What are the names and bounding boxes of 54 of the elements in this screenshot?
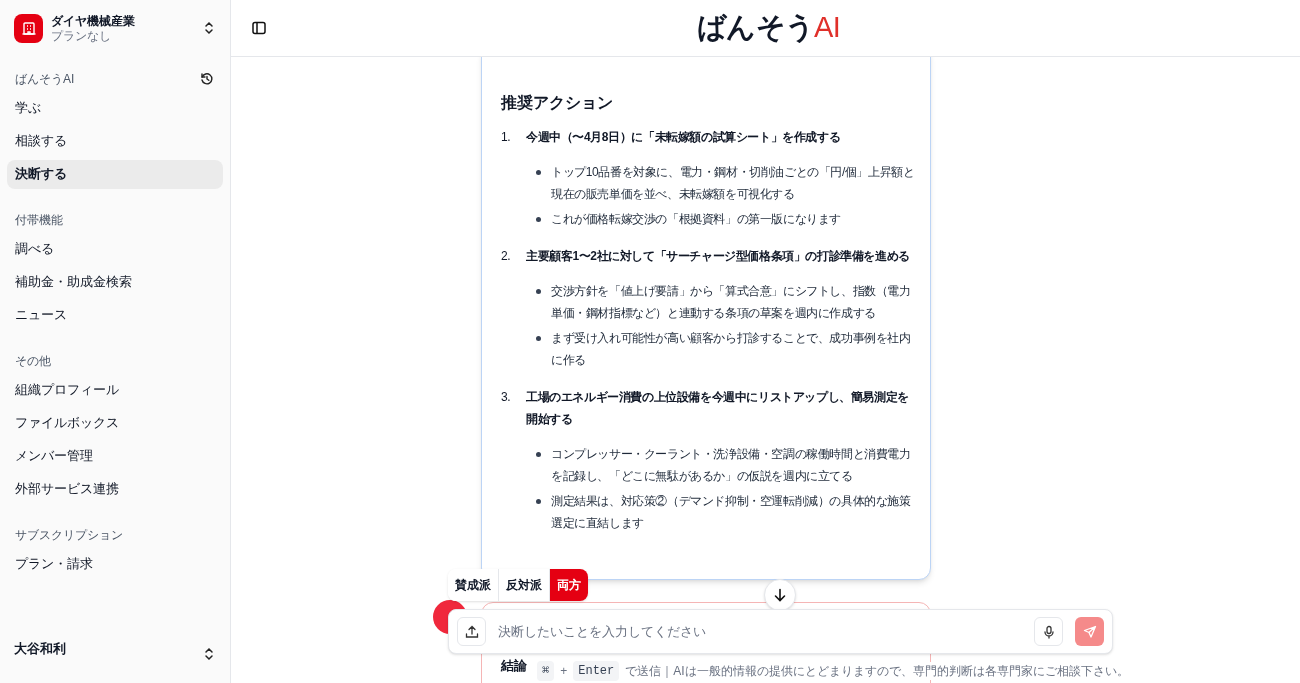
- section-label: サブスクリプション: [15, 527, 123, 544]
- bullet-text: 交渉方針を「値上げ要請」から「算式合意」にシフトし、指数（電力単価・鋼材指標など）と連動する条項の草案を週内に作成する: [551, 283, 912, 322]
- building-icon: [20, 20, 37, 36]
- step-title: 工場のエネルギー消費の上位設備を今週中にリストアップし、簡易測定を開始する: [526, 389, 910, 428]
- message-composer[interactable]: 決断したいことを入力してください: [448, 609, 1113, 654]
- stance-tab[interactable]: 賛成派: [448, 569, 499, 601]
- bullet-text: 測定結果は、対応策②（デマンド抑制・空運転削減）の具体的な施策選定に直結します: [551, 493, 912, 532]
- plan-label: プランなし: [51, 28, 112, 43]
- sidebar-item[interactable]: 組織プロフィール: [7, 376, 223, 405]
- section-label: ばんそうAI: [15, 71, 75, 88]
- sidebar-item[interactable]: メンバー管理: [7, 442, 223, 471]
- list-number: 3.: [501, 389, 512, 406]
- organization-name: ダイヤ機械産業: [51, 13, 136, 29]
- section-heading: 推奨アクション: [501, 93, 614, 113]
- sidebar-item[interactable]: ニュース: [7, 301, 223, 330]
- keyboard-key: ⌘: [537, 661, 555, 681]
- sidebar-toggle-icon: [251, 20, 267, 36]
- sidebar-item[interactable]: 決断する: [7, 160, 223, 189]
- section-label: 付帯機能: [15, 212, 63, 229]
- message-input[interactable]: 決断したいことを入力してください: [498, 621, 1022, 642]
- microphone-button[interactable]: [1034, 617, 1063, 646]
- bullet-text: トップ10品番を対象に、電力・鋼材・切削油ごとの「円/個」上昇額と現在の販売単価を並べ、未転嫁額を可視化する: [551, 164, 916, 203]
- section-label: その他: [15, 353, 51, 370]
- sidebar-item[interactable]: 相談する: [7, 127, 223, 156]
- sidebar-item[interactable]: プラン・請求: [7, 550, 223, 579]
- bullet-text: これが価格転嫁交渉の「根拠資料」の第一版になります: [551, 211, 842, 228]
- arrow-down-icon: [773, 588, 787, 602]
- history-button[interactable]: [199, 71, 215, 87]
- sidebar-item[interactable]: ファイルボックス: [7, 409, 223, 438]
- list-number: 1.: [501, 129, 512, 146]
- user-menu[interactable]: 大谷和利: [0, 621, 230, 683]
- list-number: 2.: [501, 248, 512, 265]
- chevron-up-down-icon: [204, 21, 214, 35]
- organization-switcher[interactable]: ダイヤ機械産業 プランなし: [0, 0, 230, 56]
- keyboard-key: Enter: [573, 661, 620, 681]
- app-logo: ばんそう AI: [697, 10, 841, 45]
- send-icon: [1082, 624, 1097, 639]
- sidebar-item[interactable]: 調べる: [7, 235, 223, 264]
- upload-icon: [464, 624, 479, 639]
- history-icon: [200, 72, 214, 86]
- microphone-icon: [1041, 624, 1056, 639]
- sidebar-item[interactable]: 学ぶ: [7, 94, 223, 123]
- bullet-text: コンプレッサー・クーラント・洗浄設備・空調の稼働時間と消費電力を記録し、「どこに無駄があるか」の仮説を週内に立てる: [551, 446, 912, 485]
- hint-symbol: +: [560, 663, 568, 680]
- upload-button[interactable]: [457, 617, 486, 646]
- sidebar-item[interactable]: 外部サービス連携: [7, 475, 223, 504]
- step-title: 主要顧客1〜2社に対して「サーチャージ型価格条項」の打診準備を進める: [526, 248, 911, 265]
- chevron-up-down-icon: [204, 647, 214, 661]
- step-title: 今週中（〜4月8日）に「未転嫁額の試算シート」を作成する: [526, 129, 842, 146]
- section-heading: 結論: [501, 657, 527, 674]
- stance-tab[interactable]: 反対派: [499, 569, 550, 601]
- stance-tab[interactable]: 両方: [550, 569, 588, 601]
- sidebar-item[interactable]: 補助金・助成金検索: [7, 268, 223, 297]
- bullet-text: まず受け入れ可能性が高い顧客から打診することで、成功事例を社内に作る: [551, 330, 912, 369]
